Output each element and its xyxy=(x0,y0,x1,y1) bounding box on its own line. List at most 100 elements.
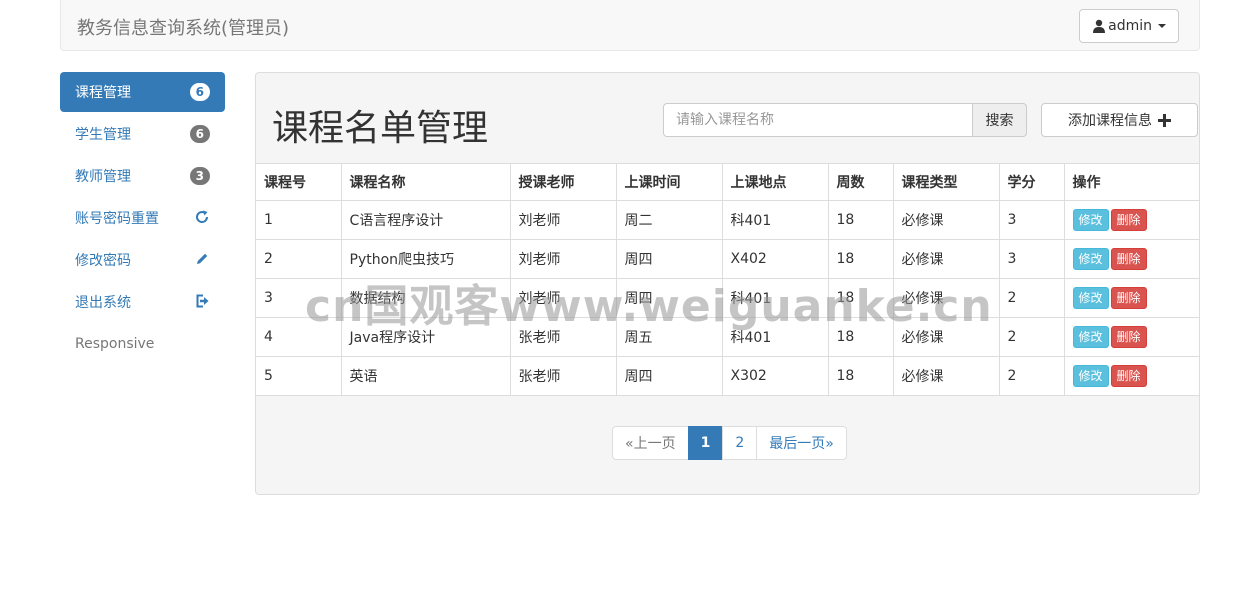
count-badge: 6 xyxy=(189,125,210,143)
delete-button[interactable]: 删除 xyxy=(1110,365,1147,387)
table-cell: 1 xyxy=(256,200,342,240)
table-cell: 英语 xyxy=(340,356,511,396)
table-cell: 2 xyxy=(998,278,1065,318)
refresh-icon xyxy=(193,208,211,226)
add-course-label: 添加课程信息 xyxy=(1068,113,1152,129)
edit-button[interactable]: 修改 xyxy=(1072,287,1109,309)
edit-button[interactable]: 修改 xyxy=(1072,248,1109,270)
table-row: 5 英语 张老师 周四 X302 18 必修课 2 修改 删除 xyxy=(256,356,1199,396)
table-row: 4 Java程序设计 张老师 周五 科401 18 必修课 2 修改 删除 xyxy=(256,317,1199,357)
table-cell: 3 xyxy=(256,278,342,318)
page-title: 课程名单管理 xyxy=(272,108,489,149)
pagination: «上一页 1 2 最后一页» xyxy=(612,426,847,460)
table-cell: 必修课 xyxy=(892,239,1000,279)
sidebar-item-label: Responsive xyxy=(75,336,155,352)
count-badge: 3 xyxy=(189,167,210,185)
table-cell: X302 xyxy=(721,356,829,396)
table-cell: X402 xyxy=(721,239,829,279)
row-actions: 修改 删除 xyxy=(1063,278,1199,318)
sidebar-item-logout[interactable]: 退出系统 xyxy=(60,282,225,322)
caret-down-icon xyxy=(1158,24,1166,28)
table-cell: 18 xyxy=(827,239,894,279)
table-cell: Python爬虫技巧 xyxy=(340,239,511,279)
sidebar: 课程管理 6 学生管理 6 教师管理 3 账号密码重置 修改密码 退出系统 Re… xyxy=(60,72,225,366)
edit-button[interactable]: 修改 xyxy=(1072,209,1109,231)
sidebar-item-password-reset[interactable]: 账号密码重置 xyxy=(60,198,225,238)
logout-icon xyxy=(193,292,211,310)
delete-button[interactable]: 删除 xyxy=(1110,209,1147,231)
sidebar-item-course-management[interactable]: 课程管理 6 xyxy=(60,72,225,112)
row-actions: 修改 删除 xyxy=(1063,356,1199,396)
sidebar-item-label: 账号密码重置 xyxy=(75,211,159,227)
table-cell: 必修课 xyxy=(892,317,1000,357)
sidebar-item-label: 教师管理 xyxy=(75,169,131,185)
table-cell: 张老师 xyxy=(509,317,617,357)
sidebar-item-label: 退出系统 xyxy=(75,295,131,311)
column-header: 操作 xyxy=(1063,163,1199,201)
column-header: 上课时间 xyxy=(615,163,723,201)
search-input[interactable] xyxy=(663,103,972,137)
column-header: 课程名称 xyxy=(340,163,511,201)
column-header: 上课地点 xyxy=(721,163,829,201)
user-icon xyxy=(1093,19,1106,33)
table-cell: 4 xyxy=(256,317,342,357)
search-button[interactable]: 搜索 xyxy=(972,103,1027,137)
sidebar-item-label: 课程管理 xyxy=(75,85,131,101)
table-cell: 科401 xyxy=(721,200,829,240)
main-panel: 课程名单管理 搜索 添加课程信息 课程号 课程名称 授课老师 上课时间 上课地点… xyxy=(255,72,1200,495)
table-cell: C语言程序设计 xyxy=(340,200,511,240)
column-header: 授课老师 xyxy=(509,163,617,201)
table-row: 2 Python爬虫技巧 刘老师 周四 X402 18 必修课 3 修改 删除 xyxy=(256,239,1199,279)
delete-button[interactable]: 删除 xyxy=(1110,287,1147,309)
table-cell: 必修课 xyxy=(892,356,1000,396)
table-cell: 张老师 xyxy=(509,356,617,396)
table-cell: 周四 xyxy=(615,356,723,396)
delete-button[interactable]: 删除 xyxy=(1110,248,1147,270)
column-header: 学分 xyxy=(998,163,1065,201)
pagination-page-1[interactable]: 1 xyxy=(687,426,724,460)
table-cell: 3 xyxy=(998,239,1065,279)
table-cell: 18 xyxy=(827,356,894,396)
table-cell: 刘老师 xyxy=(509,200,617,240)
table-cell: 必修课 xyxy=(892,278,1000,318)
table-cell: 2 xyxy=(998,317,1065,357)
column-header: 课程类型 xyxy=(892,163,1000,201)
sidebar-item-label: 修改密码 xyxy=(75,253,131,269)
table-row: 3 数据结构 刘老师 周四 科401 18 必修课 2 修改 删除 xyxy=(256,278,1199,318)
table-cell: 5 xyxy=(256,356,342,396)
pagination-page-2[interactable]: 2 xyxy=(722,426,758,460)
table-cell: 2 xyxy=(998,356,1065,396)
table-cell: 18 xyxy=(827,200,894,240)
edit-button[interactable]: 修改 xyxy=(1072,326,1109,348)
plus-icon xyxy=(1158,113,1171,127)
brand-title[interactable]: 教务信息查询系统(管理员) xyxy=(77,14,289,40)
sidebar-item-change-password[interactable]: 修改密码 xyxy=(60,240,225,280)
count-badge: 6 xyxy=(189,83,210,101)
sidebar-item-responsive: Responsive xyxy=(60,324,225,364)
table-cell: 数据结构 xyxy=(340,278,511,318)
course-table: 课程号 课程名称 授课老师 上课时间 上课地点 周数 课程类型 学分 操作 1C… xyxy=(256,163,1199,396)
table-cell: 2 xyxy=(256,239,342,279)
pencil-icon xyxy=(193,250,211,268)
table-cell: 周四 xyxy=(615,278,723,318)
sidebar-item-student-management[interactable]: 学生管理 6 xyxy=(60,114,225,154)
table-cell: Java程序设计 xyxy=(340,317,511,357)
table-header-row: 课程号 课程名称 授课老师 上课时间 上课地点 周数 课程类型 学分 操作 xyxy=(256,163,1199,201)
column-header: 周数 xyxy=(827,163,894,201)
column-header: 课程号 xyxy=(256,163,342,201)
pagination-last[interactable]: 最后一页» xyxy=(756,426,847,460)
edit-button[interactable]: 修改 xyxy=(1072,365,1109,387)
sidebar-item-teacher-management[interactable]: 教师管理 3 xyxy=(60,156,225,196)
table-cell: 科401 xyxy=(721,278,829,318)
pagination-prev[interactable]: «上一页 xyxy=(612,426,689,460)
sidebar-item-label: 学生管理 xyxy=(75,127,131,143)
search-group: 搜索 xyxy=(663,103,1027,137)
add-course-button[interactable]: 添加课程信息 xyxy=(1041,103,1198,137)
table-cell: 必修课 xyxy=(892,200,1000,240)
user-menu-button[interactable]: admin xyxy=(1079,9,1179,43)
table-cell: 周五 xyxy=(615,317,723,357)
row-actions: 修改 删除 xyxy=(1063,317,1199,357)
delete-button[interactable]: 删除 xyxy=(1110,326,1147,348)
table-cell: 刘老师 xyxy=(509,239,617,279)
row-actions: 修改 删除 xyxy=(1063,200,1199,240)
